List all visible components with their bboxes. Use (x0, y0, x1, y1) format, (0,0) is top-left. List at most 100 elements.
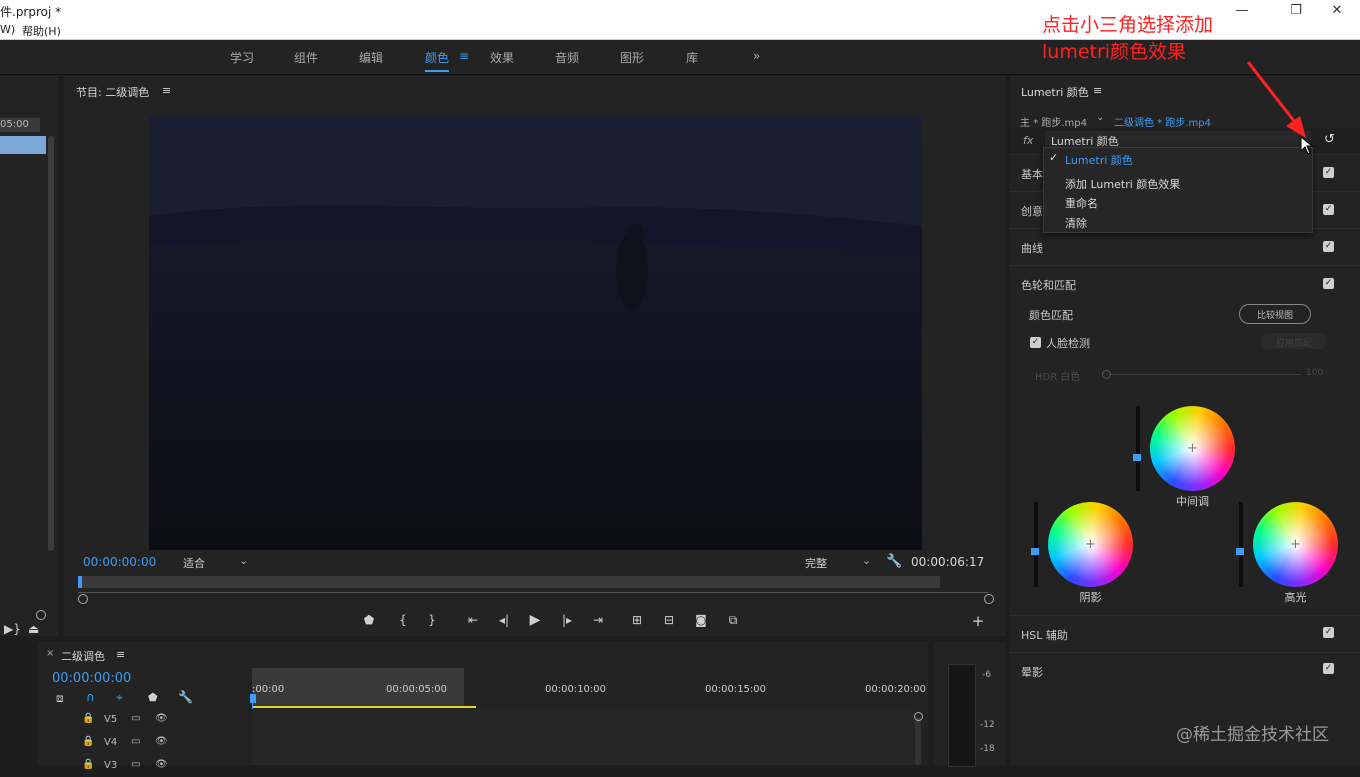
workspace-graphics[interactable]: 图形 (620, 49, 644, 66)
section-color-wheels-checkbox[interactable]: ✓ (1323, 278, 1334, 289)
add-marker-icon[interactable]: ⬟ (148, 691, 158, 704)
face-detect-checkbox[interactable]: ✓ (1030, 337, 1041, 348)
annotation-line-1: 点击小三角选择添加 (1042, 14, 1214, 36)
add-button-icon[interactable]: + (969, 612, 987, 630)
source-step-icon[interactable]: ▶} (4, 622, 21, 636)
dropdown-item-lumetri[interactable]: Lumetri 颜色 (1065, 152, 1133, 168)
lumetri-menu-icon[interactable]: ≡ (1093, 84, 1102, 97)
section-curves[interactable]: 曲线 ✓ (1010, 228, 1360, 266)
track-eye-icon[interactable]: 👁 (155, 736, 168, 747)
hdr-white-slider[interactable] (1107, 374, 1301, 375)
workspace-color[interactable]: 颜色 (425, 49, 450, 72)
program-menu-icon[interactable]: ≡ (162, 84, 171, 97)
minimize-icon[interactable]: — (1232, 2, 1252, 20)
timeline-menu-icon[interactable]: ≡ (116, 648, 125, 661)
restore-icon[interactable]: ❐ (1286, 2, 1306, 20)
in-point-icon[interactable]: { (394, 613, 412, 627)
hdr-white-knob[interactable] (1102, 370, 1111, 379)
section-vignette[interactable]: 晕影 ✓ (1010, 652, 1360, 690)
program-title: 节目: 二级调色 (76, 86, 150, 99)
snap-magnet-icon[interactable]: ∩ (86, 690, 95, 704)
sequence-clip-label[interactable]: 二级调色 * 跑步.mp4 (1114, 114, 1211, 129)
linked-selection-icon[interactable]: ⌖ (116, 690, 123, 705)
menu-window[interactable]: W) (0, 23, 15, 36)
compare-icon[interactable]: ⧉ (724, 613, 742, 628)
workspace-effects[interactable]: 效果 (490, 49, 514, 66)
midtones-label: 中间调 (1176, 495, 1209, 508)
program-scrub-bar[interactable] (78, 576, 940, 588)
nest-icon[interactable]: ⧈ (56, 691, 64, 706)
step-back-icon[interactable]: ◂| (495, 613, 513, 627)
fx-icon: fx (1023, 134, 1034, 147)
fit-select[interactable]: 适合 ⌄ (179, 554, 251, 570)
program-playhead[interactable] (78, 576, 82, 588)
midtones-wheel[interactable]: + (1150, 406, 1235, 491)
highlights-wheel[interactable]: + (1253, 502, 1338, 587)
workspace-libraries[interactable]: 库 (686, 49, 698, 66)
zoom-right-handle[interactable] (984, 594, 994, 604)
go-to-out-icon[interactable]: ⇥ (589, 613, 607, 627)
source-zoom-handle[interactable] (36, 610, 46, 620)
reset-icon[interactable]: ↺ (1324, 132, 1335, 147)
dropdown-item-add-lumetri[interactable]: 添加 Lumetri 颜色效果 (1065, 176, 1180, 192)
master-chevron-down-icon[interactable]: ⌄ (1096, 112, 1104, 123)
settings-wrench-icon[interactable]: 🔧 (886, 554, 902, 569)
quality-select[interactable]: 完整 ⌄ (801, 554, 876, 570)
export-frame-icon[interactable]: ◙ (692, 613, 710, 627)
program-monitor: 节目: 二级调色 ≡ 00:00:00:00 适合 ⌄ 完整 ⌄ 🔧 00:00… (64, 76, 1006, 636)
section-hsl[interactable]: HSL 辅助 ✓ (1010, 615, 1360, 653)
track-toggle-icon[interactable]: ▭ (131, 713, 140, 724)
section-basic-checkbox[interactable]: ✓ (1323, 167, 1334, 178)
midtones-slider[interactable] (1133, 406, 1141, 491)
timeline-playhead[interactable] (250, 694, 256, 703)
timeline-wrench-icon[interactable]: 🔧 (178, 690, 193, 704)
play-icon[interactable]: ▶ (526, 612, 544, 628)
workspace-editing[interactable]: 编辑 (359, 49, 383, 66)
source-clip[interactable] (0, 136, 46, 154)
section-curves-checkbox[interactable]: ✓ (1323, 241, 1334, 252)
section-color-wheels-label[interactable]: 色轮和匹配 (1021, 277, 1076, 293)
track-toggle-icon[interactable]: ▭ (131, 736, 140, 747)
marker-icon[interactable]: ⬟ (360, 613, 378, 627)
apply-match-button[interactable]: 应用匹配 (1260, 333, 1328, 349)
source-export-icon[interactable]: ⏏ (28, 622, 39, 636)
out-point-icon[interactable]: } (423, 613, 441, 627)
workspace-learn[interactable]: 学习 (230, 49, 254, 66)
source-scrollbar[interactable] (48, 136, 54, 551)
workspace-color-menu-icon[interactable]: ≡ (459, 49, 469, 63)
timeline-tracks-area[interactable] (252, 709, 914, 765)
close-icon[interactable]: ✕ (1327, 2, 1347, 20)
shadows-slider-knob[interactable] (1031, 548, 1039, 555)
track-v3-label: V3 (104, 760, 118, 771)
highlights-slider[interactable] (1236, 502, 1244, 587)
midtones-slider-knob[interactable] (1133, 454, 1141, 461)
workspace-more-icon[interactable]: » (753, 49, 760, 63)
shadows-slider[interactable] (1031, 502, 1039, 587)
workspace-audio[interactable]: 音频 (555, 49, 579, 66)
timeline-timecode[interactable]: 00:00:00:00 (52, 671, 131, 686)
track-lock-icon[interactable]: 🔒 (82, 713, 94, 724)
compare-view-button[interactable]: 比较视图 (1239, 304, 1311, 324)
extract-icon[interactable]: ⊟ (660, 613, 678, 627)
dropdown-item-rename[interactable]: 重命名 (1065, 195, 1098, 211)
section-vignette-checkbox[interactable]: ✓ (1323, 663, 1334, 674)
timeline-zoom-handle[interactable] (914, 712, 923, 721)
master-clip-label[interactable]: 主 * 跑步.mp4 (1020, 114, 1087, 129)
track-lock-icon[interactable]: 🔒 (82, 736, 94, 747)
audio-meter: -6 -12 -18 (934, 642, 1006, 767)
dropdown-item-clear[interactable]: 清除 (1065, 215, 1087, 231)
lift-icon[interactable]: ⊞ (628, 613, 646, 627)
shadows-wheel[interactable]: + (1048, 502, 1133, 587)
menu-help[interactable]: 帮助(H) (22, 23, 61, 39)
section-creative-checkbox[interactable]: ✓ (1323, 204, 1334, 215)
section-hsl-checkbox[interactable]: ✓ (1323, 627, 1334, 638)
go-to-in-icon[interactable]: ⇤ (464, 613, 482, 627)
timeline-scrollbar[interactable] (915, 717, 921, 765)
program-current-timecode[interactable]: 00:00:00:00 (83, 555, 156, 569)
highlights-slider-knob[interactable] (1236, 548, 1244, 555)
track-eye-icon[interactable]: 👁 (155, 713, 168, 724)
step-forward-icon[interactable]: |▸ (558, 613, 576, 627)
timeline-close-icon[interactable]: × (46, 648, 54, 659)
workspace-assembly[interactable]: 组件 (294, 49, 318, 66)
zoom-left-handle[interactable] (78, 594, 88, 604)
